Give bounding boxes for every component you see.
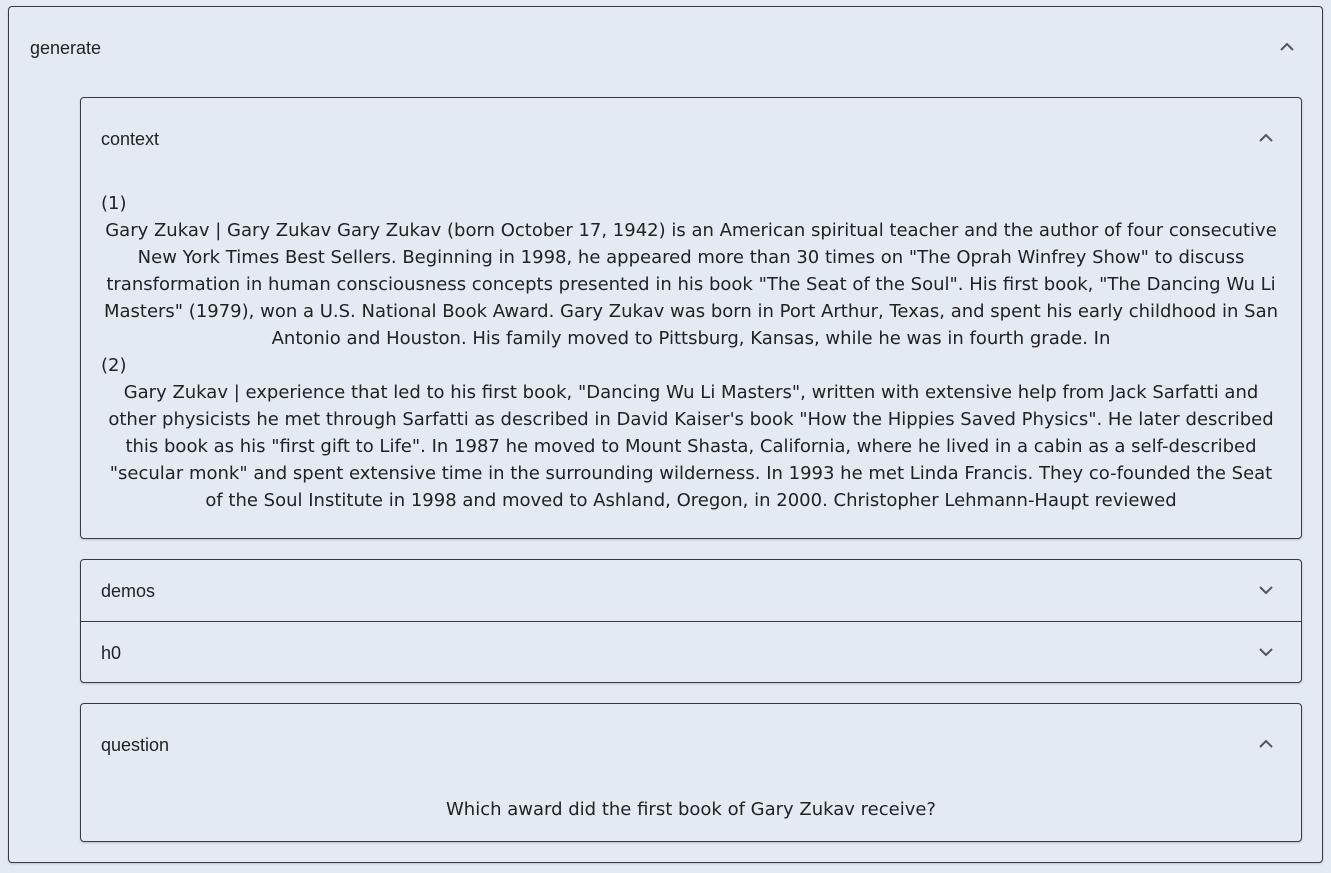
context-item-text: Gary Zukav | experience that led to his … — [108, 382, 1274, 511]
chevron-down-icon[interactable] — [1258, 582, 1274, 598]
chevron-up-icon[interactable] — [1258, 736, 1274, 752]
h0-panel[interactable]: h0 — [80, 621, 1302, 683]
question-text: Which award did the first book of Gary Z… — [446, 799, 936, 820]
context-body: (1) Gary Zukav | Gary Zukav Gary Zukav (… — [101, 190, 1281, 514]
question-header-title[interactable]: question — [101, 734, 169, 756]
context-item-text: Gary Zukav | Gary Zukav Gary Zukav (born… — [103, 220, 1279, 349]
question-panel: question Which award did the first book … — [80, 703, 1302, 842]
chevron-up-icon[interactable] — [1279, 39, 1295, 55]
generate-header-title[interactable]: generate — [30, 37, 101, 59]
chevron-down-icon[interactable] — [1258, 644, 1274, 660]
demos-header-title[interactable]: demos — [101, 580, 155, 602]
demos-panel[interactable]: demos — [80, 559, 1302, 622]
context-panel: context (1) Gary Zukav | Gary Zukav Gary… — [80, 97, 1302, 539]
h0-header-title[interactable]: h0 — [101, 642, 121, 664]
chevron-up-icon[interactable] — [1258, 130, 1274, 146]
context-header-title[interactable]: context — [101, 128, 159, 150]
context-item-number: (1) — [101, 193, 127, 214]
context-item-number: (2) — [101, 355, 127, 376]
